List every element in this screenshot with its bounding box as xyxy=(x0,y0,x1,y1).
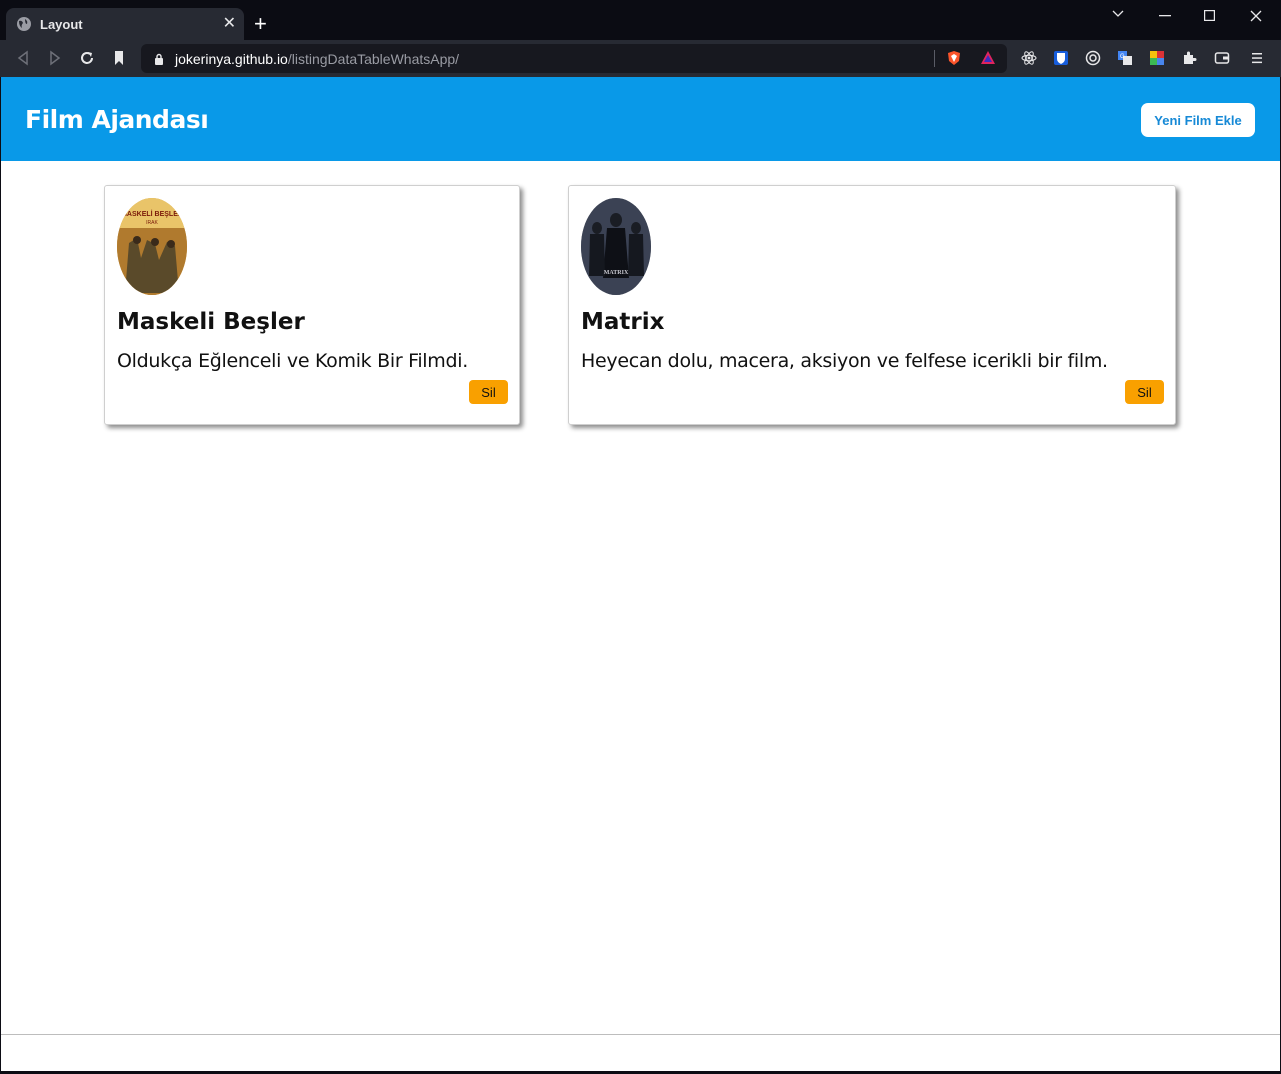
globe-icon xyxy=(17,17,31,31)
film-card: MATRIX Matrix Heyecan dolu, macera, aksi… xyxy=(568,185,1176,425)
forward-icon[interactable] xyxy=(46,49,64,67)
film-card: MASKELİ BEŞLER IRAK Maskeli Beşler Olduk… xyxy=(104,185,520,425)
translate-icon[interactable]: G xyxy=(1117,50,1133,66)
url-text: jokerinya.github.io/listingDataTableWhat… xyxy=(175,51,459,67)
film-title: Maskeli Beşler xyxy=(117,309,305,335)
brave-rewards-icon[interactable] xyxy=(980,50,996,66)
maximize-icon[interactable] xyxy=(1204,10,1215,21)
bookmark-icon[interactable] xyxy=(110,49,128,67)
svg-text:IRAK: IRAK xyxy=(146,220,158,226)
film-description: Oldukça Eğlenceli ve Komik Bir Filmdi. xyxy=(117,350,468,372)
lock-icon xyxy=(155,53,163,65)
footer-divider xyxy=(1,1034,1280,1035)
menu-icon[interactable] xyxy=(1249,50,1265,66)
poster-caption: MASKELİ BEŞLER xyxy=(121,210,183,218)
color-picker-icon[interactable] xyxy=(1149,50,1165,66)
chevron-down-icon[interactable] xyxy=(1112,10,1124,18)
brave-shield-icon[interactable] xyxy=(946,50,962,66)
app-header: Film Ajandası Yeni Film Ekle xyxy=(1,77,1280,161)
browser-titlebar: Layout ✕ + xyxy=(0,0,1281,40)
page-viewport: Film Ajandası Yeni Film Ekle MASKELİ BEŞ… xyxy=(1,77,1280,1071)
svg-text:G: G xyxy=(1120,54,1125,60)
brand-title: Film Ajandası xyxy=(25,105,209,134)
film-poster: MATRIX xyxy=(581,198,651,295)
delete-button[interactable]: Sil xyxy=(469,380,508,404)
back-icon[interactable] xyxy=(14,49,32,67)
film-description: Heyecan dolu, macera, aksiyon ve felfese… xyxy=(581,350,1108,372)
poster-image: MASKELİ BEŞLER IRAK xyxy=(117,198,187,295)
bitwarden-icon[interactable] xyxy=(1053,50,1069,66)
minimize-icon[interactable] xyxy=(1159,15,1171,17)
delete-button[interactable]: Sil xyxy=(1125,380,1164,404)
url-path: /listingDataTableWhatsApp/ xyxy=(287,50,460,67)
extensions-icon[interactable] xyxy=(1181,50,1197,66)
url-host: jokerinya.github.io xyxy=(175,50,288,67)
reload-icon[interactable] xyxy=(78,49,96,67)
close-tab-icon[interactable]: ✕ xyxy=(223,16,236,32)
add-film-button[interactable]: Yeni Film Ekle xyxy=(1141,103,1255,137)
tab-title: Layout xyxy=(40,16,83,32)
browser-toolbar: jokerinya.github.io/listingDataTableWhat… xyxy=(0,40,1281,77)
target-icon[interactable] xyxy=(1085,50,1101,66)
film-poster: MASKELİ BEŞLER IRAK xyxy=(117,198,187,295)
film-title: Matrix xyxy=(581,309,665,335)
poster-image: MATRIX xyxy=(581,198,651,295)
browser-tab[interactable]: Layout ✕ xyxy=(6,8,244,40)
new-tab-icon[interactable]: + xyxy=(254,13,267,35)
close-window-icon[interactable] xyxy=(1250,10,1262,22)
wallet-icon[interactable] xyxy=(1214,50,1230,66)
poster-caption: MATRIX xyxy=(604,270,629,276)
react-devtools-icon[interactable] xyxy=(1021,50,1037,66)
divider xyxy=(934,50,935,67)
address-bar[interactable]: jokerinya.github.io/listingDataTableWhat… xyxy=(141,44,1007,73)
